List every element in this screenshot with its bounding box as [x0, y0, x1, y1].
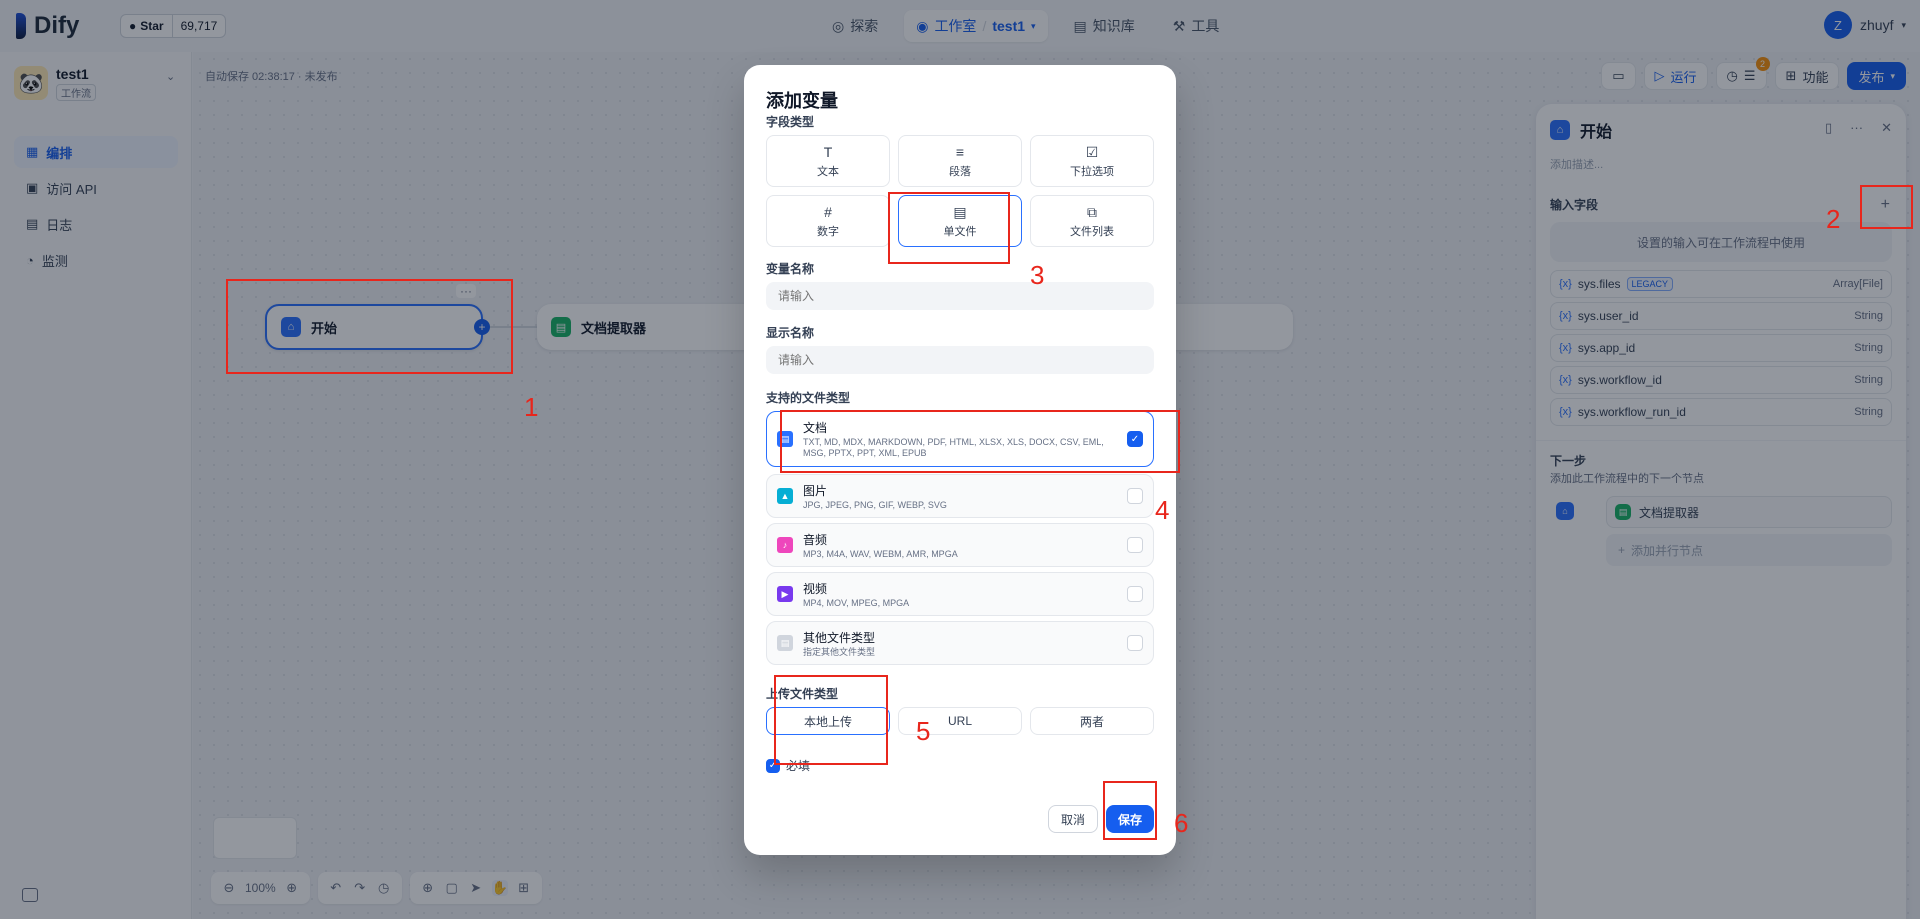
annotation-number: 4	[1155, 495, 1170, 525]
type-label: 下拉选项	[1070, 165, 1114, 178]
type-label: 数字	[817, 225, 839, 238]
type-label: 文件列表	[1070, 225, 1114, 238]
file-type-name: 视频	[803, 581, 828, 596]
type-label: 文本	[817, 165, 839, 178]
type-paragraph[interactable]: ≡ 段落	[898, 135, 1022, 187]
file-type-checkbox[interactable]	[1127, 635, 1143, 651]
cancel-button[interactable]: 取消	[1048, 805, 1099, 833]
generic-file-icon: ▤	[777, 635, 793, 651]
annotation-number: 5	[916, 716, 931, 746]
select-icon: ☑	[1085, 143, 1099, 160]
file-type-ext: JPG, JPEG, PNG, GIF, WEBP, SVG	[803, 499, 947, 510]
annotation-box-1	[226, 279, 513, 374]
text-icon: T	[823, 143, 833, 160]
var-name-label: 变量名称	[766, 262, 815, 276]
type-text[interactable]: T 文本	[766, 135, 890, 187]
file-type-name: 图片	[803, 483, 828, 498]
audio-icon: ♪	[777, 537, 793, 553]
file-type-name: 其他文件类型	[803, 630, 876, 645]
display-name-label: 显示名称	[766, 326, 815, 340]
annotation-number: 1	[524, 392, 539, 422]
file-type-ext: MP4, MOV, MPEG, MPGA	[803, 597, 910, 608]
file-type-other[interactable]: ▤ 其他文件类型 指定其他文件类型	[766, 621, 1154, 665]
paragraph-icon: ≡	[955, 143, 965, 160]
file-type-checkbox[interactable]	[1127, 586, 1143, 602]
annotation-box-2	[1860, 185, 1913, 229]
annotation-box-3	[888, 192, 1010, 264]
type-select[interactable]: ☑ 下拉选项	[1030, 135, 1154, 187]
annotation-number: 6	[1174, 808, 1189, 838]
annotation-box-6	[1103, 781, 1157, 840]
video-icon: ▶	[777, 586, 793, 602]
type-file-list[interactable]: ⧉ 文件列表	[1030, 195, 1154, 247]
var-name-input[interactable]	[766, 282, 1154, 310]
display-name-input[interactable]	[766, 346, 1154, 374]
file-type-checkbox[interactable]	[1127, 488, 1143, 504]
number-icon: #	[824, 203, 832, 220]
file-type-checkbox[interactable]	[1127, 537, 1143, 553]
file-types-label: 支持的文件类型	[766, 391, 851, 405]
upload-both-button[interactable]: 两者	[1030, 707, 1154, 735]
file-type-audio[interactable]: ♪ 音频 MP3, M4A, WAV, WEBM, AMR, MPGA	[766, 523, 1154, 567]
file-type-image[interactable]: ▲ 图片 JPG, JPEG, PNG, GIF, WEBP, SVG	[766, 474, 1154, 518]
annotation-number: 3	[1030, 260, 1045, 290]
file-type-name: 音频	[803, 532, 828, 547]
file-list-icon: ⧉	[1087, 203, 1097, 220]
type-number[interactable]: # 数字	[766, 195, 890, 247]
annotation-box-5	[774, 675, 888, 765]
annotation-box-4	[780, 410, 1180, 473]
type-label: 段落	[949, 165, 971, 178]
modal-title: 添加变量	[766, 91, 838, 111]
file-type-ext: MP3, M4A, WAV, WEBM, AMR, MPGA	[803, 548, 958, 559]
annotation-number: 2	[1826, 204, 1841, 234]
file-type-video[interactable]: ▶ 视频 MP4, MOV, MPEG, MPGA	[766, 572, 1154, 616]
image-icon: ▲	[777, 488, 793, 504]
field-type-label: 字段类型	[766, 115, 815, 129]
file-type-ext: 指定其他文件类型	[803, 646, 876, 657]
